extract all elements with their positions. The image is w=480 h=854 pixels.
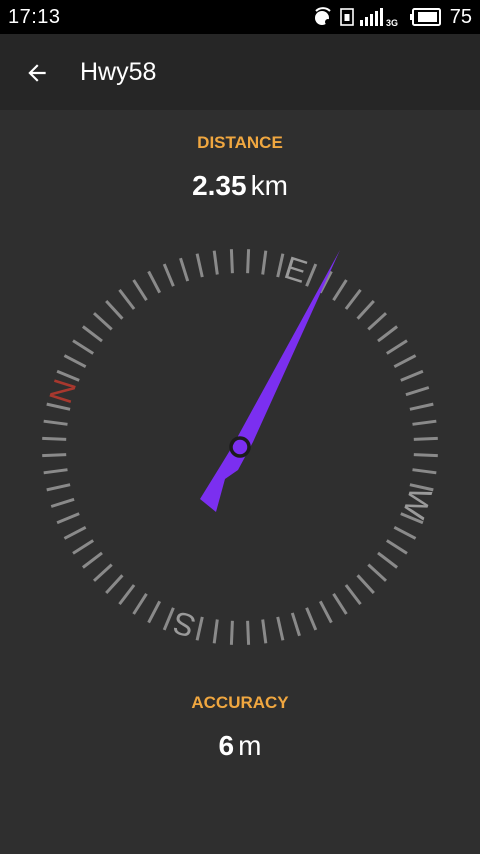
compass-tick [162,607,175,631]
compass-tick [405,386,430,397]
compass-tick [276,253,285,278]
compass-needle [200,250,340,512]
compass-tick [356,574,375,595]
compass-tick [92,312,113,331]
compass-tick [42,436,67,441]
compass-tick [50,497,75,508]
back-arrow-icon [28,64,46,82]
compass-tick [385,539,408,555]
compass-tick [367,563,388,582]
compass-tick [412,468,437,475]
battery-level: 75 [449,5,472,28]
compass-tick [318,600,333,624]
compass-tick [413,436,438,441]
compass-tick [63,354,87,369]
compass-tick [367,312,388,331]
accuracy-number: 6 [218,730,235,761]
compass-tick [332,279,348,302]
compass-tick [246,249,251,274]
compass-tick [72,539,95,555]
compass-tick [46,483,71,492]
compass-tick [377,325,399,343]
compass-tick [305,607,318,631]
sync-icon [314,7,331,25]
compass-tick [195,616,204,641]
back-button[interactable] [16,52,58,94]
compass-tick [212,619,219,644]
compass-tick [92,563,113,582]
compass-tick [261,250,268,275]
compass-tick [246,620,251,645]
app-bar: Hwy58 [0,34,480,110]
compass-tick [81,325,103,343]
compass-tick [276,616,285,641]
compass-tick [105,574,124,595]
compass-tick [132,279,148,302]
network-type-label: 3G [386,18,398,27]
compass-tick [72,339,95,355]
compass-tick [105,299,124,320]
sim-icon [339,8,354,26]
compass-tick [195,253,204,278]
compass-tick [261,619,268,644]
status-icons: 3G 75 [312,5,472,29]
status-bar: 17:13 3G 75 [0,0,480,34]
compass-tick [42,453,67,458]
compass-tick [179,257,190,282]
page-title: Hwy58 [80,58,157,86]
compass-tick [212,250,219,275]
compass-tick [413,453,438,458]
compass-tick [162,263,175,287]
accuracy-value: 6m [0,730,480,762]
compass-tick [400,369,424,382]
compass-tick [56,512,80,525]
signal-icon: 3G [359,8,398,27]
compass-tick [409,402,434,411]
compass-tick [393,525,417,540]
compass-tick [147,600,162,624]
accuracy-label: ACCURACY [191,693,289,712]
compass-tick [344,584,362,606]
compass-tick [412,419,437,426]
accuracy-unit: m [238,730,262,761]
distance-unit: km [250,170,288,201]
distance-label: DISTANCE [197,133,283,152]
compass-tick [81,551,103,569]
compass-tick [43,468,68,475]
compass-tick [290,612,301,637]
compass-tick [344,288,362,310]
compass-tick [118,288,136,310]
distance-number: 2.35 [192,170,247,201]
compass-tick [229,249,234,274]
compass-tick [43,419,68,426]
compass-tick [132,592,148,615]
compass-tick [229,620,234,645]
battery-icon [409,8,441,26]
compass: N E S W [42,249,439,645]
distance-value: 2.35 km [0,170,480,202]
compass-tick [385,339,408,355]
compass-tick [377,551,399,569]
compass-tick [147,270,162,294]
compass-tick [118,584,136,606]
compass-tick [63,525,87,540]
compass-tick [332,592,348,615]
compass-tick [305,263,318,287]
status-time: 17:13 [8,6,61,28]
compass-tick [393,354,417,369]
compass-tick [356,299,375,320]
